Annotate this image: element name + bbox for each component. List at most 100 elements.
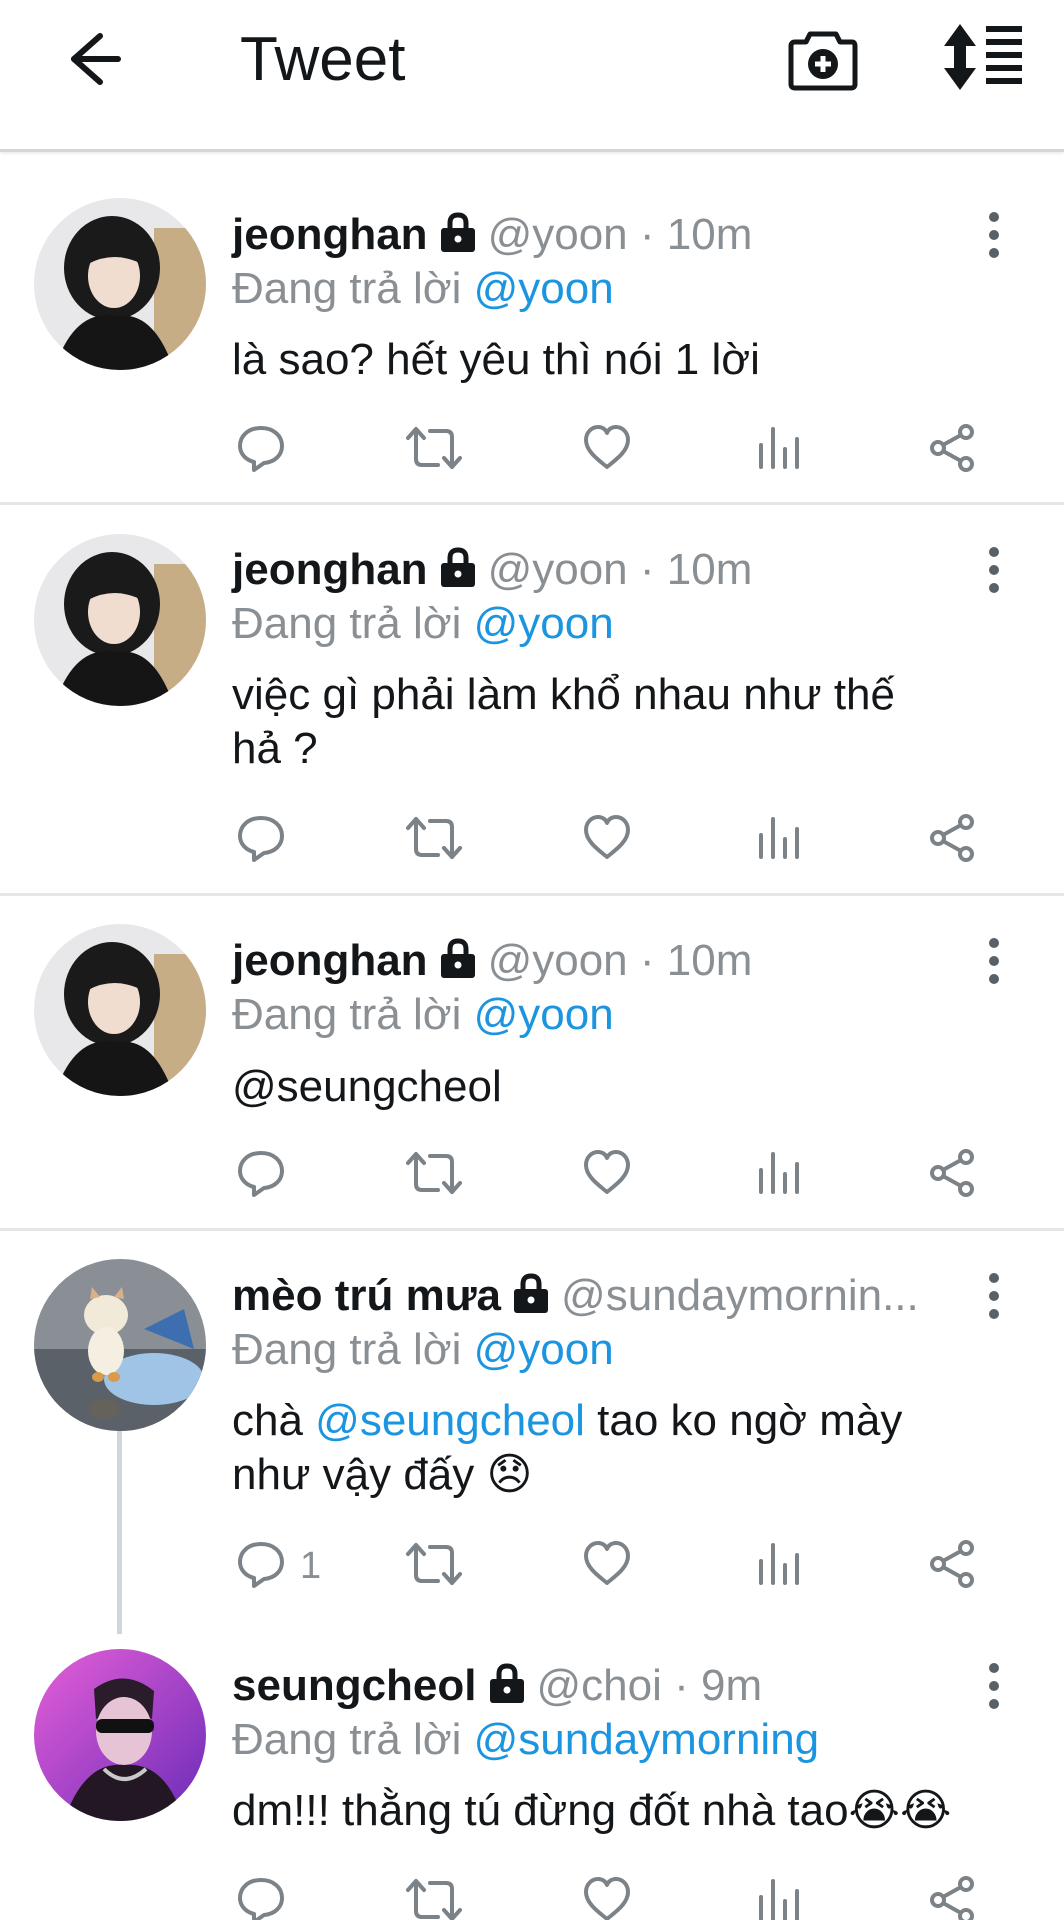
timestamp: 10m	[666, 936, 753, 985]
reply-button[interactable]: 1	[234, 1536, 321, 1596]
timestamp: 10m	[666, 210, 753, 259]
like-icon	[580, 421, 634, 480]
tweet-text-part: chà	[232, 1396, 316, 1445]
tweet-header: seungcheol @choi · 9m	[232, 1658, 762, 1714]
analytics-icon	[752, 1873, 806, 1920]
tweet-actions	[232, 420, 1032, 480]
user-handle: @yoon	[487, 210, 628, 259]
share-button[interactable]	[926, 1145, 980, 1205]
more-options-icon[interactable]	[982, 542, 1006, 598]
top-app-bar: Tweet	[0, 0, 1064, 152]
like-button[interactable]	[580, 1145, 634, 1205]
analytics-button[interactable]	[752, 810, 806, 870]
mention-link[interactable]: @seungcheol	[315, 1396, 585, 1445]
lock-icon	[514, 1273, 549, 1313]
reply-icon	[234, 1146, 288, 1205]
back-arrow-icon[interactable]	[60, 26, 126, 92]
retweet-button[interactable]	[404, 810, 464, 870]
mention-link[interactable]: @yoon	[474, 1325, 614, 1374]
tweet-header: mèo trú mưa @sundaymornin...	[232, 1268, 919, 1324]
avatar[interactable]	[34, 924, 206, 1096]
share-icon	[926, 1537, 980, 1596]
reply-icon	[234, 1537, 288, 1596]
like-button[interactable]	[580, 1536, 634, 1596]
timestamp: 9m	[701, 1661, 763, 1710]
more-options-icon[interactable]	[982, 933, 1006, 989]
analytics-button[interactable]	[752, 420, 806, 480]
tweet-actions	[232, 810, 1032, 870]
share-icon	[926, 1146, 980, 1205]
retweet-button[interactable]	[404, 1872, 464, 1920]
tweet-text-mention[interactable]: @seungcheol	[232, 1060, 1032, 1114]
retweet-button[interactable]	[404, 420, 464, 480]
display-name[interactable]: mèo trú mưa	[232, 1271, 501, 1320]
avatar[interactable]	[34, 198, 206, 370]
reply-button[interactable]	[234, 1145, 300, 1205]
display-name[interactable]: jeonghan	[232, 936, 428, 985]
display-name[interactable]: seungcheol	[232, 1661, 477, 1710]
tweet-actions	[232, 1145, 1032, 1205]
share-button[interactable]	[926, 1872, 980, 1920]
avatar[interactable]	[34, 534, 206, 706]
tweet-item[interactable]: mèo trú mưa @sundaymornin... Đang trả lời…	[0, 1234, 1064, 1634]
reply-button[interactable]	[234, 420, 300, 480]
analytics-button[interactable]	[752, 1145, 806, 1205]
replying-prefix: Đang trả lời	[232, 990, 462, 1039]
timestamp: 10m	[666, 545, 753, 594]
separator-dot: ·	[627, 210, 667, 259]
tweet-item[interactable]: jeonghan @yoon · 10m Đang trả lời @yoon @…	[0, 899, 1064, 1231]
like-icon	[580, 1537, 634, 1596]
display-name[interactable]: jeonghan	[232, 210, 428, 259]
user-handle: @yoon	[487, 545, 628, 594]
mention-link[interactable]: @yoon	[474, 990, 614, 1039]
share-button[interactable]	[926, 420, 980, 480]
analytics-button[interactable]	[752, 1872, 806, 1920]
retweet-icon	[404, 421, 464, 480]
tweet-item[interactable]: jeonghan @yoon · 10m Đang trả lời @yoon v…	[0, 508, 1064, 896]
retweet-button[interactable]	[404, 1536, 464, 1596]
mention-link[interactable]: @yoon	[474, 599, 614, 648]
replying-prefix: Đang trả lời	[232, 599, 462, 648]
like-button[interactable]	[580, 810, 634, 870]
page-title: Tweet	[240, 25, 406, 94]
more-options-icon[interactable]	[982, 1268, 1006, 1324]
more-options-icon[interactable]	[982, 207, 1006, 263]
reply-count: 1	[300, 1544, 322, 1587]
camera-add-icon[interactable]	[788, 24, 858, 92]
tweet-actions	[232, 1872, 1032, 1920]
more-options-icon[interactable]	[982, 1658, 1006, 1714]
reply-button[interactable]	[234, 1872, 300, 1920]
tweet-text: việc gì phải làm khổ nhau như thế hả ?	[232, 670, 895, 773]
lock-icon	[440, 212, 475, 252]
share-button[interactable]	[926, 1536, 980, 1596]
share-icon	[926, 811, 980, 870]
sort-icon[interactable]	[940, 22, 1026, 92]
reply-button[interactable]	[234, 810, 300, 870]
tweet-item[interactable]: jeonghan @yoon · 10m Đang trả lời @yoon l…	[0, 155, 1064, 505]
analytics-icon	[752, 1146, 806, 1205]
thread-line	[117, 1424, 122, 1634]
avatar[interactable]	[34, 1649, 206, 1821]
tweet-item[interactable]: seungcheol @choi · 9m Đang trả lời @sunda…	[0, 1634, 1064, 1920]
share-button[interactable]	[926, 810, 980, 870]
display-name[interactable]: jeonghan	[232, 545, 428, 594]
retweet-icon	[404, 811, 464, 870]
replying-to: Đang trả lời @yoon	[232, 596, 614, 652]
share-icon	[926, 421, 980, 480]
user-handle: @yoon	[487, 936, 628, 985]
like-icon	[580, 1873, 634, 1920]
separator-dot: ·	[627, 545, 667, 594]
like-button[interactable]	[580, 420, 634, 480]
tweet-text: chà @seungcheol tao ko ngờ mày như vậy đ…	[232, 1394, 992, 1502]
mention-link[interactable]: @sundaymorning	[474, 1715, 820, 1764]
mention-link[interactable]: @yoon	[474, 264, 614, 313]
separator-dot: ·	[661, 1661, 701, 1710]
reply-icon	[234, 811, 288, 870]
retweet-button[interactable]	[404, 1145, 464, 1205]
avatar[interactable]	[34, 1259, 206, 1431]
like-button[interactable]	[580, 1872, 634, 1920]
tweet-header: jeonghan @yoon · 10m	[232, 933, 752, 989]
analytics-icon	[752, 421, 806, 480]
replying-to: Đang trả lời @yoon	[232, 261, 614, 317]
analytics-button[interactable]	[752, 1536, 806, 1596]
